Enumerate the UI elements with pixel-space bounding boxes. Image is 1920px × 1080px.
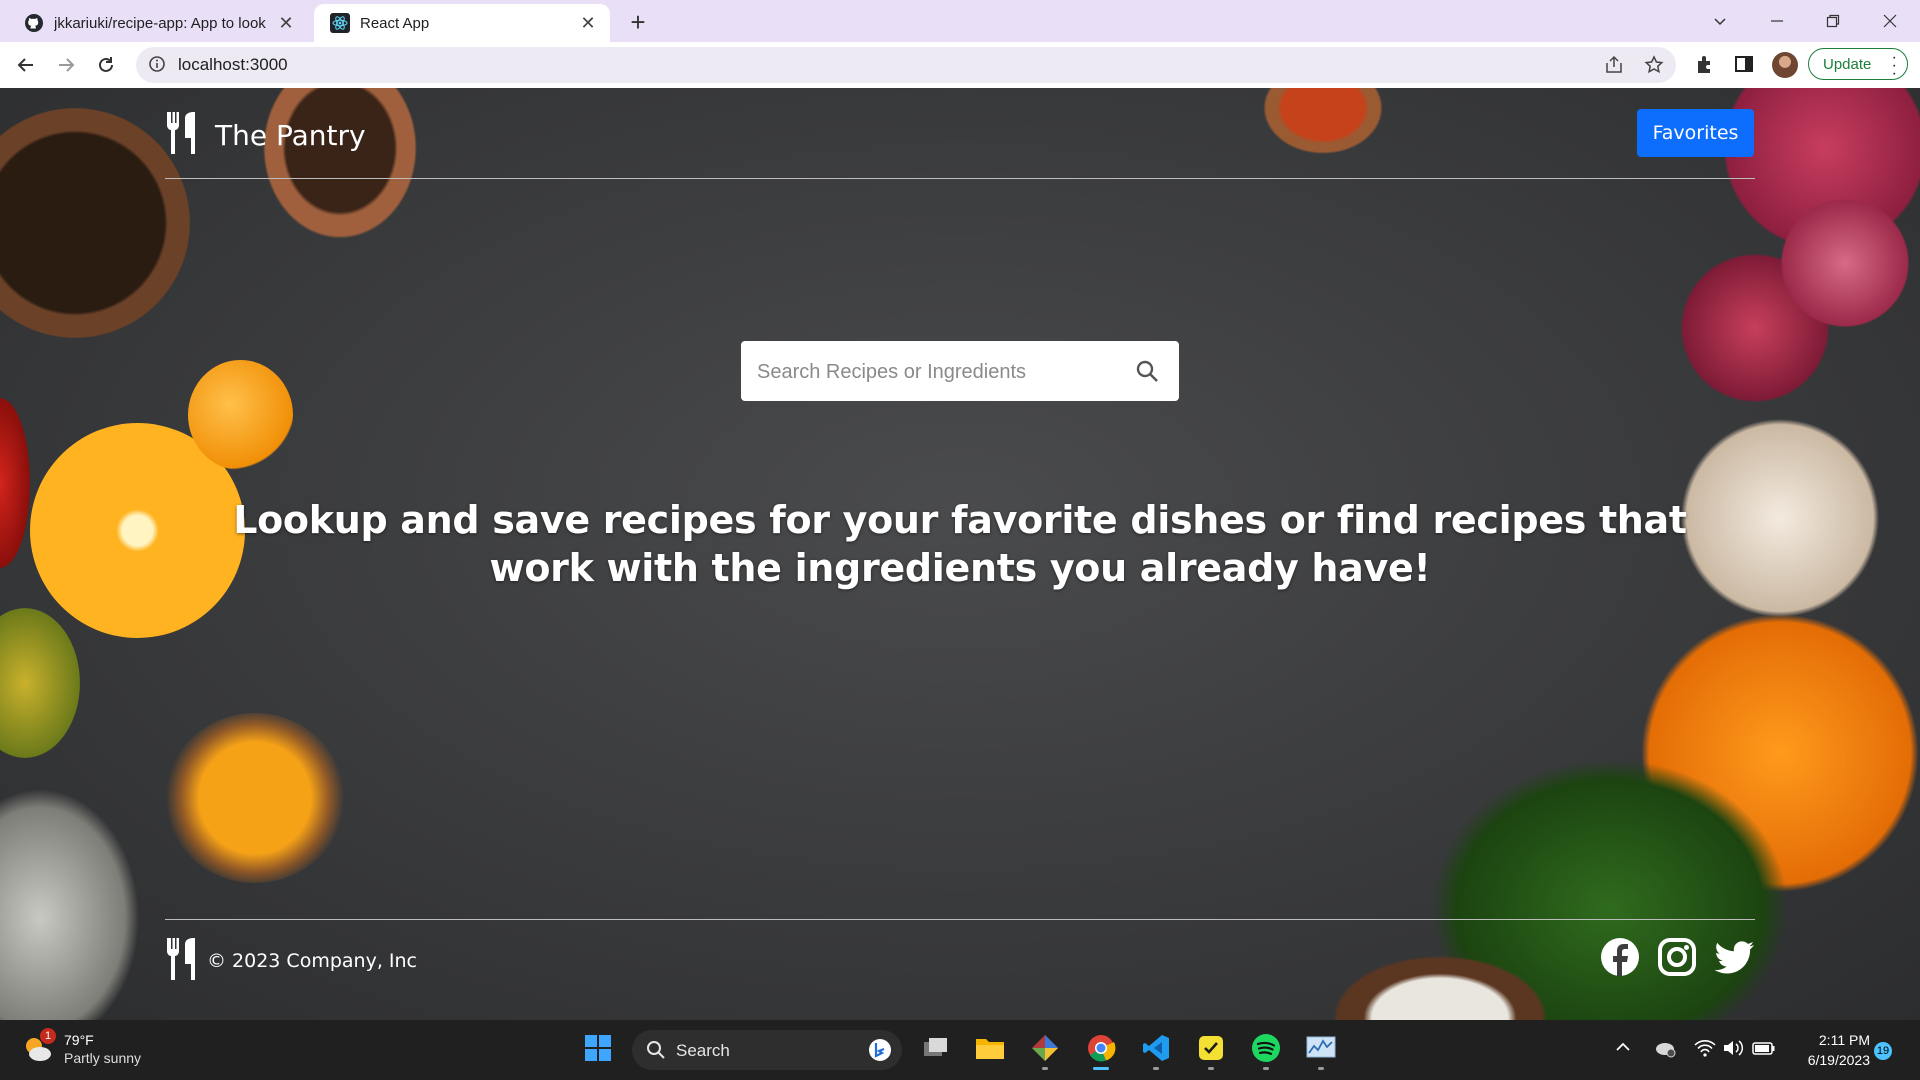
favorites-button[interactable]: Favorites [1637,109,1754,157]
running-indicator [1208,1067,1214,1070]
performance-monitor-icon [1306,1035,1336,1065]
running-indicator [1153,1067,1159,1070]
forward-arrow-icon[interactable] [50,49,82,81]
running-indicator [1093,1067,1109,1070]
instagram-icon[interactable] [1657,937,1697,977]
utensils-icon [165,112,199,158]
file-explorer-app[interactable] [970,1030,1010,1070]
tab-search-icon[interactable] [1700,6,1740,36]
tab-title: React App [360,14,430,32]
folder-icon [975,1035,1005,1065]
taskbar-search[interactable]: Search [632,1030,902,1070]
tab-react-app[interactable]: React App ✕ [314,4,610,42]
chrome-app[interactable] [1081,1030,1121,1070]
search-input[interactable] [755,355,1119,389]
search-icon[interactable] [1135,359,1159,387]
brand[interactable]: The Pantry [165,112,366,158]
tab-github[interactable]: jkkariuki/recipe-app: App to look ✕ [8,4,308,42]
windows-logo-icon [584,1034,612,1066]
address-bar[interactable]: localhost:3000 [136,47,1676,83]
vscode-app[interactable] [1136,1030,1176,1070]
update-label: Update [1823,55,1872,73]
spotify-app[interactable] [1246,1030,1286,1070]
onedrive-cloud-icon[interactable] [1654,1038,1676,1062]
close-window-icon[interactable] [1870,6,1910,36]
clock-date: 6/19/2023 [1807,1052,1870,1068]
update-button[interactable]: Update · · · [1808,48,1908,82]
more-menu-icon[interactable]: · · · [1892,50,1897,82]
wifi-icon[interactable] [1694,1038,1716,1062]
hero-tagline: Lookup and save recipes for your favorit… [233,498,1687,590]
task-view-icon [922,1036,950,1064]
git-app[interactable] [1025,1030,1065,1070]
chevron-up-icon[interactable] [1614,1038,1632,1060]
spotify-icon [1251,1033,1281,1067]
chrome-icon [1086,1033,1116,1067]
side-panel-icon[interactable] [1734,54,1754,78]
reload-icon[interactable] [90,49,122,81]
utensils-icon [165,938,199,984]
task-view-app[interactable] [916,1030,956,1070]
weather-widget[interactable]: 1 79°F Partly sunny [22,1028,182,1072]
monitor-app[interactable] [1301,1030,1341,1070]
bing-icon [868,1038,892,1067]
header-divider [165,178,1755,179]
react-icon [330,13,350,33]
close-tab-icon[interactable]: ✕ [578,13,598,33]
checklist-icon [1197,1034,1225,1066]
site-info-icon[interactable] [148,55,166,77]
vscode-icon [1142,1034,1170,1066]
facebook-icon[interactable] [1600,937,1640,977]
tab-strip: jkkariuki/recipe-app: App to look ✕ Reac… [0,0,1920,42]
running-indicator [1263,1067,1269,1070]
brand-name: The Pantry [215,118,366,152]
tab-title: jkkariuki/recipe-app: App to look [54,14,266,32]
search-box [741,341,1179,401]
browser-toolbar: localhost:3000 Update · · · [0,42,1920,88]
close-tab-icon[interactable]: ✕ [276,13,296,33]
system-clock[interactable]: 2:11 PM 6/19/2023 [1790,1030,1870,1070]
footer-brand: © 2023 Company, Inc [165,938,417,984]
search-icon [646,1040,666,1065]
notification-badge[interactable]: 19 [1874,1042,1892,1060]
todo-app[interactable] [1191,1030,1231,1070]
minimize-icon[interactable] [1757,6,1797,36]
profile-avatar[interactable] [1772,52,1798,78]
app-page: The Pantry Favorites Lookup and save rec… [0,88,1920,1020]
weather-condition: Partly sunny [64,1050,142,1066]
address-text: localhost:3000 [178,55,288,74]
twitter-icon[interactable] [1714,937,1754,977]
share-icon[interactable] [1604,55,1624,79]
running-indicator [1318,1067,1324,1070]
github-icon [24,13,44,33]
new-tab-button[interactable]: + [624,7,652,37]
battery-icon[interactable] [1752,1038,1776,1062]
weather-badge: 1 [40,1028,56,1044]
taskbar: 1 79°F Partly sunny Search 2:11 PM 6/19/… [0,1020,1920,1080]
restore-icon[interactable] [1813,6,1853,36]
bookmark-star-icon[interactable] [1644,55,1664,79]
clock-time: 2:11 PM [1818,1032,1870,1048]
git-icon [1031,1034,1059,1066]
footer-divider [165,919,1755,920]
extensions-puzzle-icon[interactable] [1694,54,1716,80]
volume-icon[interactable] [1722,1038,1744,1062]
copyright-text: © 2023 Company, Inc [207,950,417,972]
taskbar-search-label: Search [676,1041,730,1060]
back-arrow-icon[interactable] [10,49,42,81]
start-button[interactable] [578,1030,618,1070]
weather-temp: 79°F [64,1032,94,1048]
running-indicator [1042,1067,1048,1070]
